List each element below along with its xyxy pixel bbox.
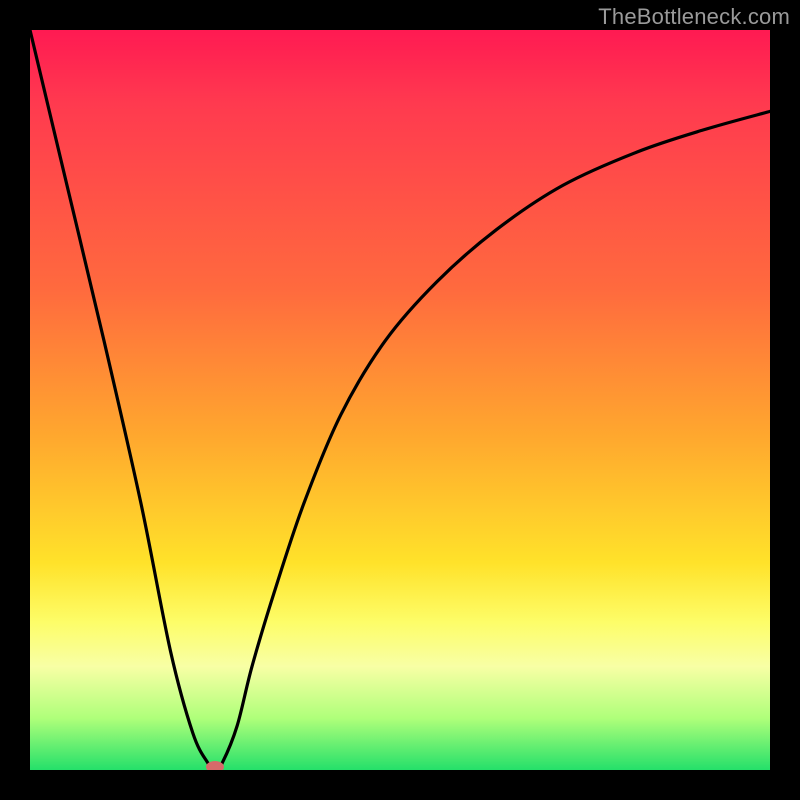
bottleneck-curve-svg <box>30 30 770 770</box>
chart-frame: TheBottleneck.com <box>0 0 800 800</box>
attribution-text: TheBottleneck.com <box>598 4 790 30</box>
plot-area <box>30 30 770 770</box>
bottleneck-curve <box>30 30 770 770</box>
